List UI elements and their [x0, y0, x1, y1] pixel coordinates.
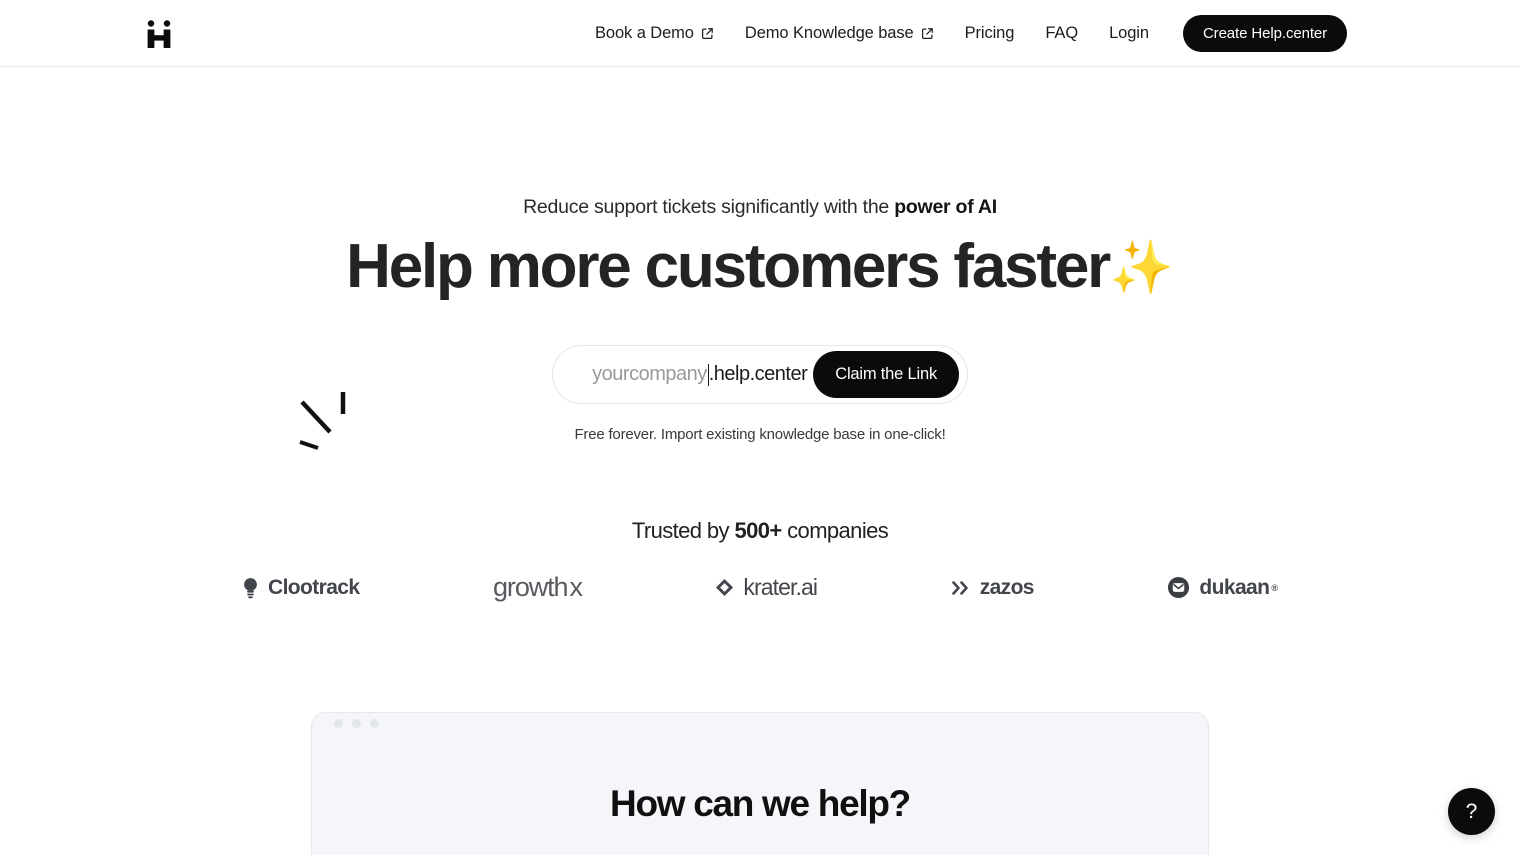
lightbulb-icon — [244, 577, 257, 598]
domain-suffix: .help.center — [708, 363, 808, 386]
claim-link-bar[interactable]: .help.center Claim the Link — [552, 345, 968, 405]
logo-krater-ai: krater.ai — [715, 574, 818, 601]
logo-label: growth — [493, 572, 569, 603]
logo-label: Clootrack — [268, 575, 360, 599]
logo-label: zazos — [979, 575, 1035, 599]
window-dot-minimize-icon — [352, 719, 361, 728]
customer-logo-row: Clootrack growth x krater.ai zazos dukaa… — [230, 572, 1290, 603]
nav-item-pricing[interactable]: Pricing — [965, 18, 1015, 49]
hero-section: Reduce support tickets significantly wit… — [0, 195, 1520, 603]
hero-eyebrow: Reduce support tickets significantly wit… — [0, 195, 1520, 220]
logo-label: krater.ai — [743, 574, 818, 601]
trusted-count: 500+ — [734, 518, 782, 544]
subdomain-input[interactable] — [580, 363, 707, 387]
logo-label: dukaan — [1199, 575, 1270, 599]
nav-item-faq[interactable]: FAQ — [1045, 18, 1078, 49]
logo-superscript: x — [569, 572, 583, 603]
trusted-prefix: Trusted by — [631, 518, 735, 544]
trusted-heading: Trusted by 500+ companies — [0, 518, 1520, 544]
logo-clootrack: Clootrack — [242, 575, 360, 600]
claim-input-field[interactable]: .help.center — [553, 346, 813, 403]
brand-logo[interactable] — [143, 18, 175, 50]
window-dot-close-icon — [334, 719, 343, 728]
hero-headline-text: Help more customers faster — [346, 232, 1111, 302]
create-help-center-button[interactable]: Create Help.center — [1182, 15, 1348, 52]
nav-label: Demo Knowledge base — [744, 24, 914, 42]
nav-label: FAQ — [1045, 24, 1079, 42]
site-header: Book a Demo Demo Knowledge base Pricing … — [0, 0, 1520, 67]
window-dots — [334, 719, 379, 728]
nav-label: Login — [1109, 24, 1149, 42]
dukaan-badge-icon — [1168, 577, 1190, 599]
double-chevron-icon — [951, 580, 968, 595]
help-floating-button[interactable]: ? — [1448, 788, 1495, 835]
main-nav: Book a Demo Demo Knowledge base Pricing … — [595, 0, 1348, 67]
hero-subnote: Free forever. Import existing knowledge … — [574, 426, 946, 444]
trusted-suffix: companies — [781, 518, 889, 544]
claim-the-link-button[interactable]: Claim the Link — [813, 351, 959, 399]
registered-mark: ® — [1271, 582, 1278, 593]
knowledge-base-preview-panel: How can we help? — [311, 712, 1209, 855]
logo-growthx: growth x — [493, 572, 583, 603]
sparkles-emoji-icon: ✨ — [1109, 239, 1174, 298]
hero-eyebrow-prefix: Reduce support tickets significantly wit… — [523, 196, 895, 218]
preview-title: How can we help? — [610, 783, 911, 824]
diamond-icon — [716, 579, 734, 597]
logo-zazos: zazos — [951, 576, 1034, 600]
nav-item-book-a-demo[interactable]: Book a Demo — [595, 18, 714, 49]
h-logo-icon — [147, 20, 171, 48]
nav-label: Book a Demo — [595, 24, 694, 42]
hero-headline: Help more customers faster✨ — [0, 232, 1520, 302]
external-link-icon — [921, 28, 933, 39]
external-link-icon — [701, 28, 713, 39]
nav-item-demo-knowledge-base[interactable]: Demo Knowledge base — [745, 18, 934, 49]
claim-bar-wrapper: .help.center Claim the Link — [0, 345, 1520, 405]
hero-eyebrow-strong: power of AI — [894, 196, 997, 218]
window-dot-maximize-icon — [370, 719, 379, 728]
nav-label: Pricing — [964, 24, 1015, 42]
logo-dukaan: dukaan ® — [1167, 576, 1278, 600]
nav-item-login[interactable]: Login — [1109, 18, 1149, 49]
